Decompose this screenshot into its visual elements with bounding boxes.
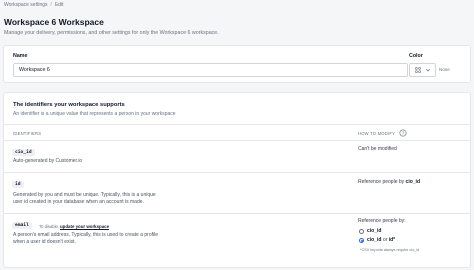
identifiers-title: The identifiers your workspace supports bbox=[13, 102, 125, 108]
update-workspace-link[interactable]: update your workspace bbox=[60, 224, 109, 229]
page-subtitle: Manage your delivery, permissions, and o… bbox=[4, 30, 219, 36]
identifier-description-line-2: user id created in your database when an… bbox=[13, 199, 144, 205]
how-prefix: Reference people by bbox=[358, 179, 405, 185]
identifier-code-id: id bbox=[12, 181, 24, 188]
page-title: Workspace 6 Workspace bbox=[4, 17, 104, 27]
radio-cio-id-or-id[interactable] bbox=[359, 238, 364, 243]
how-to-modify-text: Can't be modified bbox=[358, 146, 397, 152]
column-header-how-to-modify: HOW TO MODIFY bbox=[358, 131, 396, 136]
breadcrumb-link-workspace-settings[interactable]: Workspace settings bbox=[4, 2, 48, 8]
csv-footnote: *CSV imports always require cio_id bbox=[360, 248, 420, 252]
radio-cio-id[interactable] bbox=[359, 229, 364, 234]
identifier-description-line-2: when a user id doesn't exist. bbox=[13, 239, 76, 245]
color-label: Color bbox=[409, 53, 423, 59]
column-header-identifiers: IDENTIFIERS bbox=[13, 131, 42, 136]
how-to-modify-text: Reference people by cio_id bbox=[358, 179, 420, 185]
disable-note: To disable, bbox=[39, 224, 60, 229]
how-identifier: cio_id bbox=[405, 179, 420, 185]
name-card: Name Workspace 6 Color None bbox=[3, 45, 471, 83]
radio-label-cio-id-or-id: cio_id or id* bbox=[367, 237, 395, 243]
breadcrumb-separator: / bbox=[50, 2, 52, 8]
divider bbox=[4, 140, 470, 141]
workspace-name-input[interactable]: Workspace 6 bbox=[13, 63, 408, 77]
how-to-modify-title: Reference people by: bbox=[358, 218, 406, 224]
name-label: Name bbox=[13, 53, 28, 59]
option-bold-id: id* bbox=[388, 237, 396, 243]
breadcrumb-current: Edit bbox=[54, 2, 64, 8]
color-picker-button[interactable] bbox=[409, 63, 436, 77]
breadcrumb: Workspace settings / Edit bbox=[4, 2, 64, 8]
identifier-description: Auto-generated by Customer.io bbox=[13, 158, 83, 164]
option-bold-cio-id: cio_id bbox=[367, 237, 382, 243]
radio-label-cio-id: cio_id bbox=[367, 228, 382, 234]
identifier-code-email: email bbox=[12, 222, 32, 229]
divider bbox=[4, 172, 470, 173]
workspace-name-value: Workspace 6 bbox=[19, 67, 50, 73]
option-or: or bbox=[382, 237, 388, 243]
identifier-code-cio-id: cio_id bbox=[12, 149, 35, 156]
svg-text:?: ? bbox=[402, 131, 405, 137]
identifiers-subtitle: An identifier is a unique value that rep… bbox=[13, 111, 176, 117]
divider bbox=[4, 124, 470, 125]
color-selected-none: None bbox=[439, 67, 450, 72]
identifiers-card: The identifiers your workspace supports … bbox=[3, 92, 471, 268]
chevron-down-icon bbox=[425, 68, 431, 72]
palette-icon bbox=[415, 67, 421, 73]
divider bbox=[4, 213, 470, 214]
help-icon[interactable]: ? bbox=[399, 129, 407, 137]
